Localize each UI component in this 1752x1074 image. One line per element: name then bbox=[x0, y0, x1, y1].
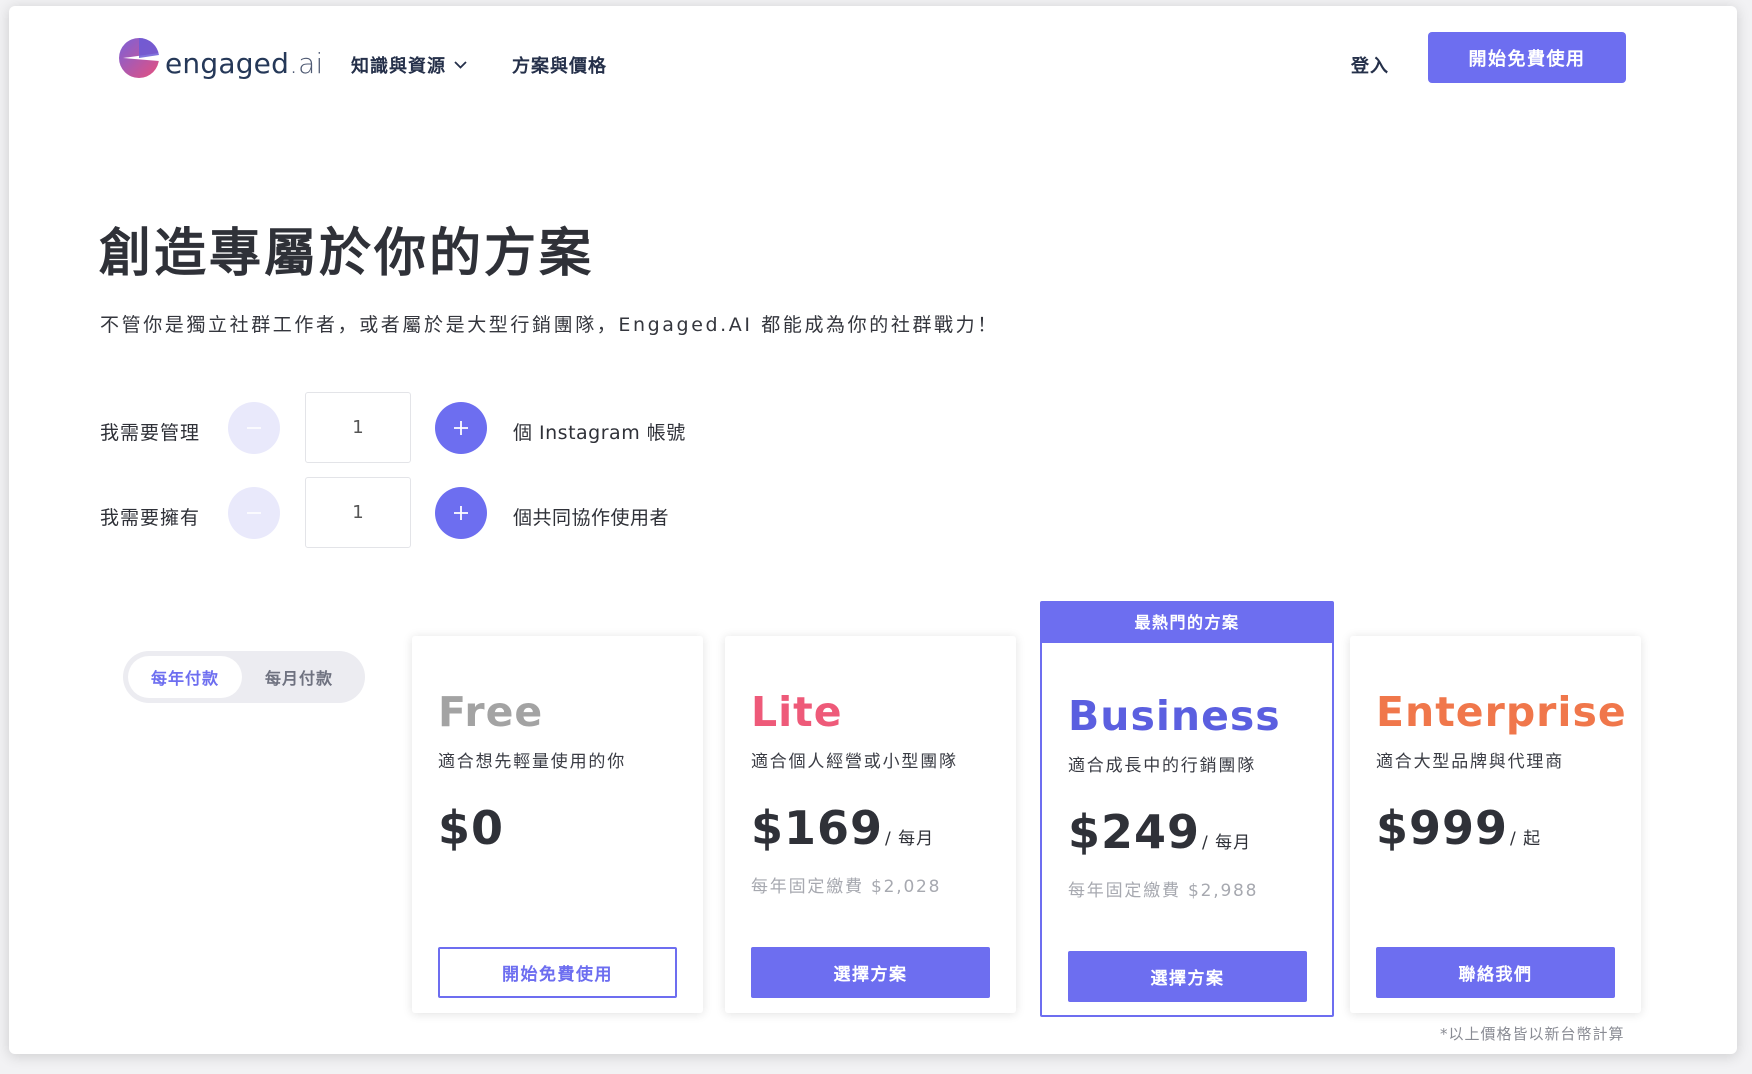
plan-price-value: $249 bbox=[1068, 805, 1201, 859]
plan-name: Free bbox=[438, 688, 544, 736]
brand-suffix: .ai bbox=[289, 46, 324, 80]
plus-icon bbox=[454, 421, 468, 435]
users-suffix: 個共同協作使用者 bbox=[513, 507, 670, 529]
page-subtitle: 不管你是獨立社群工作者，或者屬於是大型行銷團隊，Engaged.AI 都能成為你… bbox=[100, 314, 999, 336]
accounts-decrement-button[interactable] bbox=[228, 402, 280, 454]
users-quantity-input[interactable] bbox=[305, 477, 411, 548]
nav-knowledge-menu[interactable]: 知識與資源 bbox=[351, 52, 467, 78]
plan-card-lite: Lite 適合個人經營或小型團隊 $169/ 每月 每年固定繳費 $2,028 … bbox=[725, 636, 1016, 1013]
plan-card-free: Free 適合想先輕量使用的你 $0 開始免費使用 bbox=[412, 636, 703, 1013]
plan-card-business-body: Business 適合成長中的行銷團隊 $249/ 每月 每年固定繳費 $2,9… bbox=[1042, 640, 1332, 1015]
users-label: 我需要擁有 bbox=[100, 507, 201, 529]
enterprise-contact-button[interactable]: 聯絡我們 bbox=[1376, 947, 1615, 998]
users-decrement-button[interactable] bbox=[228, 487, 280, 539]
free-start-button[interactable]: 開始免費使用 bbox=[438, 947, 677, 998]
plan-price: $169/ 每月 bbox=[751, 801, 934, 855]
chevron-down-icon bbox=[454, 61, 467, 69]
plan-price: $249/ 每月 bbox=[1068, 805, 1251, 859]
plan-name: Lite bbox=[751, 688, 843, 736]
plan-price-unit: / 每月 bbox=[885, 829, 935, 849]
minus-icon bbox=[247, 427, 261, 429]
plan-price-value: $169 bbox=[751, 801, 884, 855]
plan-description: 適合想先輕量使用的你 bbox=[438, 752, 626, 772]
plan-price-value: $0 bbox=[438, 801, 505, 855]
accounts-increment-button[interactable] bbox=[435, 402, 487, 454]
engaged-logo-icon bbox=[119, 37, 159, 78]
popular-badge: 最熱門的方案 bbox=[1042, 603, 1332, 643]
plan-price: $0 bbox=[438, 801, 504, 855]
header-start-free-button[interactable]: 開始免費使用 bbox=[1428, 32, 1626, 83]
plan-price-value: $999 bbox=[1376, 801, 1509, 855]
accounts-quantity-input[interactable] bbox=[305, 392, 411, 463]
business-select-button[interactable]: 選擇方案 bbox=[1068, 951, 1307, 1002]
plan-price: $999/ 起 bbox=[1376, 801, 1541, 855]
plan-name: Business bbox=[1068, 692, 1281, 740]
plan-card-enterprise: Enterprise 適合大型品牌與代理商 $999/ 起 聯絡我們 bbox=[1350, 636, 1641, 1013]
nav-plans-link[interactable]: 方案與價格 bbox=[512, 52, 607, 78]
plan-annual-fee: 每年固定繳費 $2,988 bbox=[1068, 881, 1259, 901]
users-increment-button[interactable] bbox=[435, 487, 487, 539]
plan-description: 適合成長中的行銷團隊 bbox=[1068, 756, 1256, 776]
accounts-suffix: 個 Instagram 帳號 bbox=[513, 422, 686, 444]
brand-name: engaged bbox=[165, 46, 290, 80]
brand-wordmark: engaged.ai bbox=[165, 47, 324, 80]
nav-knowledge-label: 知識與資源 bbox=[351, 56, 446, 77]
plan-description: 適合大型品牌與代理商 bbox=[1376, 752, 1564, 772]
lite-select-button[interactable]: 選擇方案 bbox=[751, 947, 990, 998]
plan-price-unit: / 起 bbox=[1510, 829, 1542, 849]
minus-icon bbox=[247, 512, 261, 514]
billing-yearly-option[interactable]: 每年付款 bbox=[128, 656, 242, 698]
login-link[interactable]: 登入 bbox=[1351, 52, 1389, 78]
plan-description: 適合個人經營或小型團隊 bbox=[751, 752, 958, 772]
page-title: 創造專屬於你的方案 bbox=[99, 224, 595, 284]
plan-price-unit: / 每月 bbox=[1202, 833, 1252, 853]
accounts-label: 我需要管理 bbox=[100, 422, 201, 444]
plan-name: Enterprise bbox=[1376, 688, 1627, 736]
page: engaged.ai 知識與資源 方案與價格 登入 開始免費使用 創造專屬於你的… bbox=[9, 6, 1737, 1054]
plus-icon bbox=[454, 506, 468, 520]
brand-logo[interactable]: engaged.ai bbox=[117, 36, 324, 80]
currency-footnote: *以上價格皆以新台幣計算 bbox=[1440, 1025, 1625, 1043]
plan-card-business: 最熱門的方案 Business 適合成長中的行銷團隊 $249/ 每月 每年固定… bbox=[1040, 601, 1334, 1017]
plan-annual-fee: 每年固定繳費 $2,028 bbox=[751, 877, 942, 897]
billing-toggle: 每年付款 每月付款 bbox=[123, 651, 365, 703]
billing-monthly-option[interactable]: 每月付款 bbox=[242, 656, 356, 698]
nav-plans-label: 方案與價格 bbox=[512, 56, 607, 77]
